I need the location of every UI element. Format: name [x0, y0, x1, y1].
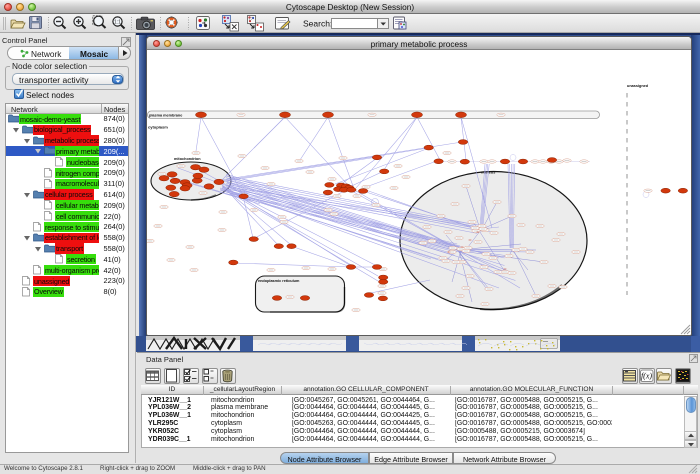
svg-text:cytoplasm: cytoplasm	[148, 125, 168, 130]
svg-text:1:1: 1:1	[114, 20, 121, 26]
svg-text:endoplasmic reticulum: endoplasmic reticulum	[258, 279, 300, 283]
svg-text:unassigned: unassigned	[627, 84, 649, 88]
svg-text:f(x): f(x)	[641, 372, 652, 381]
svg-text:mitochondrion: mitochondrion	[174, 157, 201, 161]
svg-text:plasma membrane: plasma membrane	[149, 114, 182, 118]
svg-text:Search:: Search:	[303, 19, 332, 29]
